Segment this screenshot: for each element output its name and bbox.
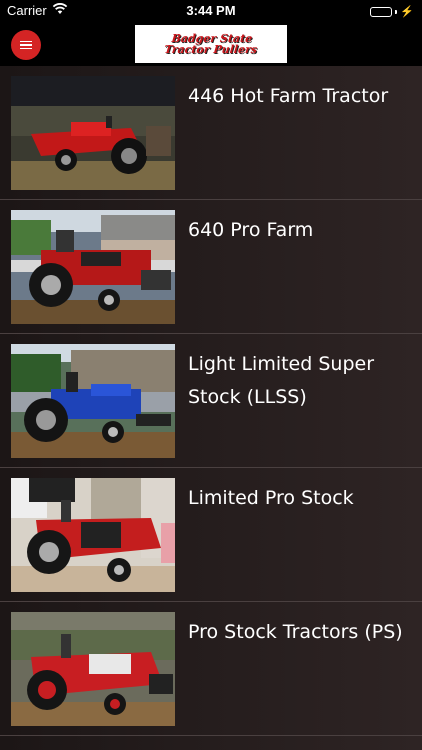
class-title: Light Limited Super Stock (LLSS) [188,353,375,408]
blue-super-stock-tractor-photo [11,344,175,458]
status-time: 3:44 PM [186,3,236,18]
list-item[interactable]: Pro Stock Tractors (PS) [0,602,422,736]
list-item[interactable]: Limited Pro Stock [0,468,422,602]
menu-button[interactable] [11,30,41,60]
class-title: Limited Pro Stock [188,487,354,509]
red-pro-farm-tractor-photo [11,210,175,324]
class-title: Pro Stock Tractors (PS) [188,621,403,643]
battery-icon: ⚡ [370,5,414,18]
class-title: 640 Pro Farm [188,219,314,241]
list-item[interactable]: 640 Pro Farm [0,200,422,334]
badger-state-tractor-pullers-logo: Badger State Tractor Pullers [135,25,287,63]
status-bar: Carrier 3:44 PM ⚡ [0,0,422,22]
red-farm-tractor-photo [11,76,175,190]
navigation-bar: Badger State Tractor Pullers [0,22,422,66]
class-title: 446 Hot Farm Tractor [188,85,389,107]
logo-line-2: Tractor Pullers [163,43,258,56]
class-list[interactable]: 446 Hot Farm Tractor 640 Pro Farm Light … [0,66,422,750]
list-item[interactable]: Light Limited Super Stock (LLSS) [0,334,422,468]
hamburger-menu-icon [20,40,32,43]
list-item[interactable]: 446 Hot Farm Tractor [0,66,422,200]
charging-bolt-icon: ⚡ [400,6,414,18]
red-pro-stock-tractor-photo [11,612,175,726]
red-limited-pro-stock-tractor-photo [11,478,175,592]
